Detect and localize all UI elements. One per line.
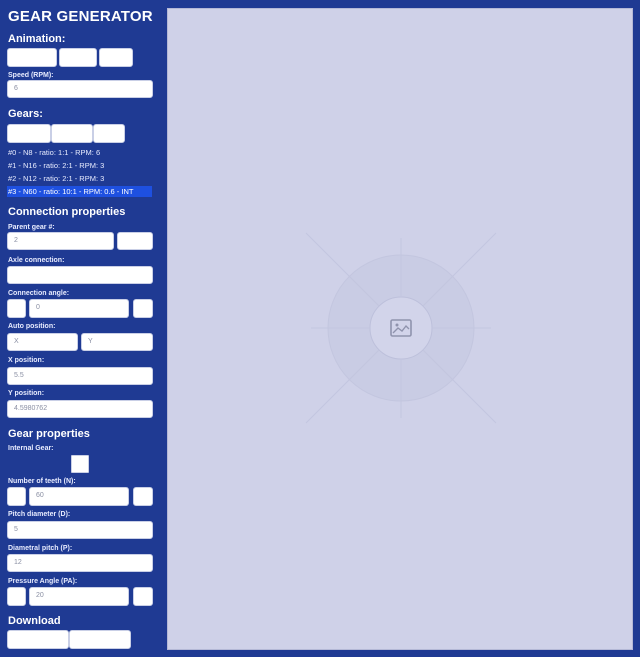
pitch-diameter-input[interactable]: 5 — [7, 521, 153, 539]
gear-list-item-1[interactable]: #1 - N16 - ratio: 2:1 - RPM: 3 — [7, 160, 152, 171]
axle-connection-select[interactable] — [7, 266, 153, 284]
parent-gear-button[interactable] — [117, 232, 153, 250]
gear-list-item-2[interactable]: #2 - N12 - ratio: 2:1 - RPM: 3 — [7, 173, 152, 184]
download-png-button[interactable] — [69, 630, 131, 649]
teeth-decrement-button[interactable] — [7, 487, 26, 506]
download-heading: Download — [8, 615, 61, 627]
pressure-decrement-button[interactable] — [7, 587, 26, 606]
x-position-label: X position: — [8, 357, 45, 364]
pressure-angle-input[interactable]: 20 — [29, 587, 129, 606]
angle-increment-button[interactable] — [133, 299, 153, 318]
pitch-diameter-label: Pitch diameter (D): — [8, 511, 71, 518]
auto-position-y-button[interactable]: Y — [81, 333, 153, 351]
x-position-input[interactable]: 5.5 — [7, 367, 153, 385]
y-position-input[interactable]: 4.5980762 — [7, 400, 153, 418]
duplicate-gear-button[interactable] — [51, 124, 93, 143]
parent-gear-label: Parent gear #: — [8, 224, 55, 231]
auto-position-label: Auto position: — [8, 323, 56, 330]
angle-decrement-button[interactable] — [7, 299, 26, 318]
gear-list-item-0[interactable]: #0 - N8 - ratio: 1:1 - RPM: 6 — [7, 147, 152, 158]
play-button[interactable] — [7, 48, 57, 67]
teeth-label: Number of teeth (N): — [8, 478, 76, 485]
auto-position-x-button[interactable]: X — [7, 333, 78, 351]
animation-heading: Animation: — [8, 33, 66, 45]
axle-connection-label: Axle connection: — [8, 257, 65, 264]
pause-button[interactable] — [59, 48, 97, 67]
parent-gear-input[interactable]: 2 — [7, 232, 114, 250]
download-svg-button[interactable] — [7, 630, 69, 649]
pressure-increment-button[interactable] — [133, 587, 153, 606]
connection-heading: Connection properties — [8, 206, 126, 218]
diametral-pitch-input[interactable]: 12 — [7, 554, 153, 572]
teeth-input[interactable]: 60 — [29, 487, 129, 506]
connection-angle-label: Connection angle: — [8, 290, 70, 297]
sidebar: GEAR GENERATOR Animation: Speed (RPM): 6… — [0, 0, 160, 657]
canvas-placeholder-graphic — [305, 232, 497, 424]
gear-list-item-3[interactable]: #3 - N60 - ratio: 10:1 - RPM: 0.6 - INT — [7, 186, 152, 197]
add-gear-button[interactable] — [7, 124, 51, 143]
gear-canvas[interactable] — [167, 8, 633, 650]
y-position-label: Y position: — [8, 390, 45, 397]
diametral-pitch-label: Diametral pitch (P): — [8, 545, 73, 552]
pressure-angle-label: Pressure Angle (PA): — [8, 578, 78, 585]
gear-properties-heading: Gear properties — [8, 428, 90, 440]
gears-heading: Gears: — [8, 108, 43, 120]
teeth-increment-button[interactable] — [133, 487, 153, 506]
app-title: GEAR GENERATOR — [8, 8, 153, 25]
stop-button[interactable] — [99, 48, 133, 67]
remove-gear-button[interactable] — [93, 124, 125, 143]
internal-gear-label: Internal Gear: — [8, 445, 54, 452]
speed-label: Speed (RPM): — [8, 72, 54, 79]
speed-input[interactable]: 6 — [7, 80, 153, 98]
connection-angle-input[interactable]: 0 — [29, 299, 129, 318]
internal-gear-checkbox[interactable] — [71, 455, 89, 473]
